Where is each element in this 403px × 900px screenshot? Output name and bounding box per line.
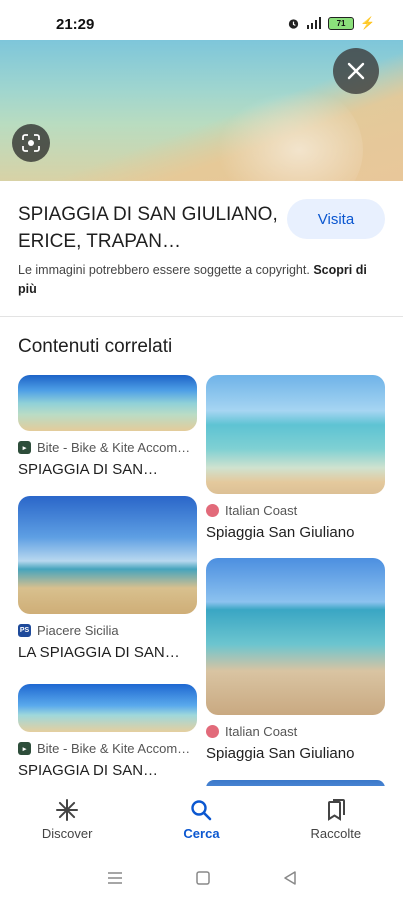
- nav-collections[interactable]: Raccolte: [281, 798, 391, 841]
- status-time: 21:29: [56, 16, 95, 33]
- related-heading: Contenuti correlati: [18, 336, 173, 357]
- visit-button[interactable]: Visita: [287, 199, 385, 239]
- copyright-notice: Le immagini potrebbero essere soggette a…: [18, 261, 388, 299]
- alarm-icon: [288, 18, 299, 29]
- related-card[interactable]: ▸ Bite - Bike & Kite Accom… SPIAGGIA DI …: [18, 375, 197, 478]
- battery-icon: 71: [328, 16, 355, 30]
- related-thumbnail[interactable]: [18, 684, 197, 732]
- card-title: Spiaggia San Giuliano: [206, 745, 355, 762]
- card-source: Italian Coast: [206, 724, 385, 739]
- nav-discover[interactable]: Discover: [12, 798, 122, 841]
- card-source-label: Bite - Bike & Kite Accom…: [37, 440, 191, 455]
- bite-favicon: ▸: [18, 742, 31, 755]
- ps-favicon: PS: [18, 624, 31, 637]
- related-card[interactable]: ▸ Bite - Bike & Kite Accom… SPIAGGIA DI …: [18, 684, 197, 779]
- search-icon: [191, 800, 212, 821]
- card-source: Italian Coast: [206, 503, 385, 518]
- nav-label: Raccolte: [310, 826, 362, 841]
- card-source-label: Italian Coast: [225, 503, 298, 518]
- status-icons: 71 ⚡: [287, 16, 375, 30]
- asterisk-icon: [56, 799, 79, 821]
- collections-icon: [327, 799, 345, 821]
- nav-label: Cerca: [183, 826, 220, 841]
- page-title: SPIAGGIA DI SAN GIULIANO, ERICE, TRAPAN…: [18, 204, 278, 252]
- hero-foam: [203, 80, 363, 181]
- battery-level: 71: [336, 18, 346, 28]
- back-icon[interactable]: [283, 871, 297, 885]
- lens-button[interactable]: [12, 124, 50, 162]
- close-icon: [347, 62, 365, 80]
- home-icon[interactable]: [195, 871, 210, 885]
- related-thumbnail[interactable]: [18, 375, 197, 431]
- close-button[interactable]: [333, 48, 379, 94]
- lens-icon: [22, 134, 40, 152]
- italian-coast-favicon: [206, 504, 219, 517]
- related-card[interactable]: Italian Coast Spiaggia San Giuliano: [206, 375, 385, 541]
- nav-search[interactable]: Cerca: [146, 798, 256, 841]
- card-source: ▸ Bite - Bike & Kite Accom…: [18, 741, 197, 756]
- card-source: ▸ Bite - Bike & Kite Accom…: [18, 440, 197, 455]
- related-thumbnail[interactable]: [18, 496, 197, 614]
- card-source-label: Bite - Bike & Kite Accom…: [37, 741, 191, 756]
- status-bar: 21:29 71 ⚡: [0, 0, 403, 44]
- nav-label: Discover: [41, 826, 93, 841]
- card-title: LA SPIAGGIA DI SAN…: [18, 644, 180, 661]
- card-source: PS Piacere Sicilia: [18, 623, 197, 638]
- card-title: SPIAGGIA DI SAN…: [18, 762, 159, 779]
- result-info: SPIAGGIA DI SAN GIULIANO, ERICE, TRAPAN……: [0, 181, 403, 317]
- related-card[interactable]: Italian Coast Spiaggia San Giuliano: [206, 558, 385, 762]
- related-thumbnail[interactable]: [206, 375, 385, 494]
- system-navigation: [0, 856, 403, 900]
- card-source-label: Piacere Sicilia: [37, 623, 119, 638]
- related-card[interactable]: PS Piacere Sicilia LA SPIAGGIA DI SAN…: [18, 496, 197, 661]
- bite-favicon: ▸: [18, 441, 31, 454]
- menu-icon[interactable]: [107, 871, 123, 885]
- signal-icon: [307, 17, 322, 29]
- card-title: Spiaggia San Giuliano: [206, 524, 355, 541]
- italian-coast-favicon: [206, 725, 219, 738]
- charging-icon: ⚡: [360, 16, 375, 30]
- card-source-label: Italian Coast: [225, 724, 298, 739]
- card-title: SPIAGGIA DI SAN…: [18, 461, 159, 478]
- bottom-navigation: Discover Cerca Raccolte: [0, 786, 403, 856]
- related-thumbnail[interactable]: [206, 558, 385, 715]
- copyright-text: Le immagini potrebbero essere soggette a…: [18, 263, 310, 277]
